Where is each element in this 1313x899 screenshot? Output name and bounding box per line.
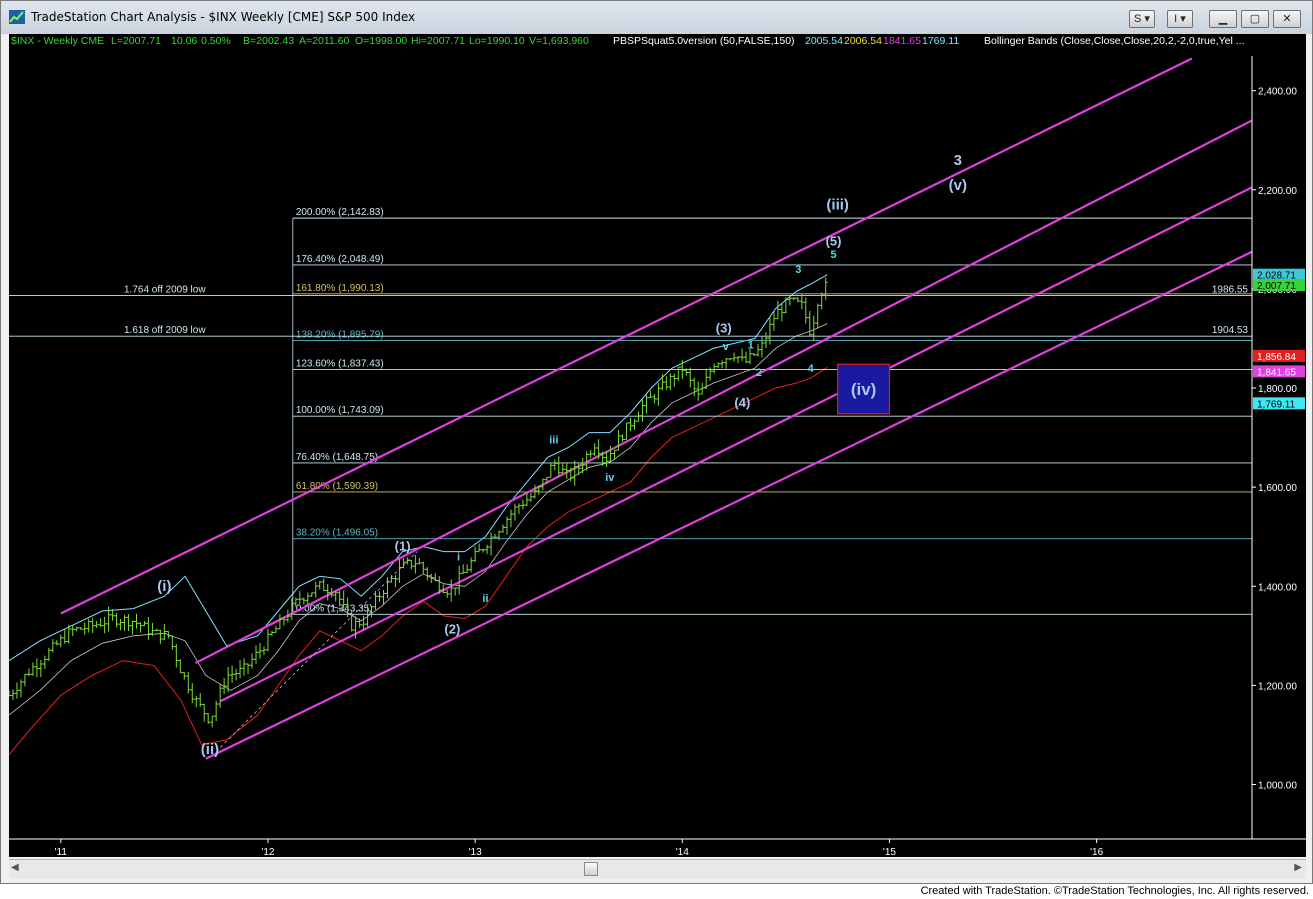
wave-label: 1 bbox=[748, 339, 754, 351]
wave-label: (ii) bbox=[201, 741, 219, 758]
extension-level-label: 1.764 off 2009 low bbox=[124, 285, 206, 296]
wave-label: i bbox=[457, 551, 460, 563]
status-indicator: PBSPSquat5.0version (50,FALSE,150) bbox=[613, 35, 795, 47]
price-chart[interactable]: 200.00% (2,142.83)176.40% (2,048.49)161.… bbox=[7, 34, 1306, 858]
status-last: L=2007.71 bbox=[111, 35, 161, 47]
maximize-icon: ▢ bbox=[1249, 13, 1261, 25]
x-axis-tick-label: '16 bbox=[1090, 847, 1103, 857]
wave-label: (i) bbox=[157, 578, 171, 595]
maximize-button[interactable]: ▢ bbox=[1241, 10, 1269, 28]
x-axis-tick-label: '15 bbox=[883, 847, 896, 857]
price-tag-label: 1,841.65 bbox=[1257, 367, 1296, 378]
status-symbol: $INX - Weekly CME bbox=[11, 35, 104, 47]
chevron-down-icon: ▾ bbox=[1141, 13, 1150, 25]
extension-level-value: 1986.55 bbox=[1212, 285, 1249, 296]
wave-label: 3 bbox=[795, 264, 801, 276]
wave-label: iv bbox=[605, 472, 615, 484]
y-axis-tick-label: 1,400.00 bbox=[1258, 582, 1297, 593]
y-axis-tick-label: 1,200.00 bbox=[1258, 681, 1297, 692]
scroll-right-arrow-icon[interactable]: ▶ bbox=[1294, 862, 1302, 873]
fib-level-label: 61.80% (1,590.39) bbox=[296, 481, 378, 492]
status-v3: 1841.65 bbox=[883, 35, 921, 47]
y-axis-tick-label: 2,400.00 bbox=[1258, 87, 1297, 98]
extension-level-value: 1904.53 bbox=[1212, 325, 1249, 336]
status-high: Hi=2007.71 bbox=[411, 35, 465, 47]
wave-label: 2 bbox=[756, 367, 762, 379]
y-axis-tick-label: 1,800.00 bbox=[1258, 384, 1297, 395]
wave-label: (iii) bbox=[826, 197, 849, 214]
window-title: TradeStation Chart Analysis - $INX Weekl… bbox=[31, 10, 416, 24]
chart-area[interactable]: 200.00% (2,142.83) 176.40% (2,048.49) 161.… bbox=[7, 34, 1306, 858]
x-axis-tick-label: '11 bbox=[55, 847, 68, 857]
title-bar[interactable]: TradeStation Chart Analysis - $INX Weekl… bbox=[1, 1, 1312, 34]
x-axis-tick-label: '12 bbox=[261, 847, 274, 857]
wave-label: iii bbox=[549, 435, 558, 447]
wave-label: (1) bbox=[395, 539, 411, 554]
status-v1: 2005.54 bbox=[805, 35, 843, 47]
status-open: O=1998.00 bbox=[355, 35, 407, 47]
wave-label: v bbox=[723, 341, 730, 353]
application-window: TradeStation Chart Analysis - $INX Weekl… bbox=[0, 0, 1313, 884]
scroll-thumb[interactable] bbox=[584, 862, 598, 876]
app-chart-icon bbox=[9, 10, 25, 24]
status-line: $INX - Weekly CME L=2007.71 10.06 0.50% … bbox=[11, 35, 1245, 47]
fib-level-label: 200.00% (2,142.83) bbox=[296, 207, 384, 218]
status-low: Lo=1990.10 bbox=[469, 35, 525, 47]
wave-label: (4) bbox=[734, 395, 750, 410]
wave-label: 4 bbox=[808, 363, 815, 375]
fib-level-label: 161.80% (1,990.13) bbox=[296, 283, 384, 294]
status-bollinger: Bollinger Bands (Close,Close,Close,20,2,… bbox=[984, 35, 1245, 47]
close-icon: ✕ bbox=[1282, 13, 1292, 25]
fib-level-label: 138.20% (1,895.79) bbox=[296, 330, 384, 341]
wave-label: 5 bbox=[830, 249, 836, 261]
status-pct: 0.50% bbox=[201, 35, 231, 47]
footer-copyright: Created with TradeStation. ©TradeStation… bbox=[920, 885, 1309, 897]
wave-label: (5) bbox=[826, 233, 842, 248]
status-ask: A=2011.60 bbox=[299, 35, 349, 47]
chevron-down-icon: ▾ bbox=[1177, 13, 1186, 25]
x-axis-tick-label: '14 bbox=[676, 847, 689, 857]
wave-label: (2) bbox=[444, 621, 460, 636]
status-v4: 1769.11 bbox=[922, 35, 959, 47]
fib-level-label: 100.00% (1,743.09) bbox=[296, 405, 384, 416]
y-axis-tick-label: 2,200.00 bbox=[1258, 186, 1297, 197]
footer: Created with TradeStation. ©TradeStation… bbox=[0, 884, 1313, 899]
status-bid: B=2002.43 bbox=[243, 35, 294, 47]
fib-level-label: 123.60% (1,837.43) bbox=[296, 358, 384, 369]
status-v2: 2006.54 bbox=[844, 35, 882, 47]
channel-line bbox=[194, 119, 1253, 665]
x-axis-tick-label: '13 bbox=[469, 847, 482, 857]
fib-level-label: 38.20% (1,496.05) bbox=[296, 528, 378, 539]
scroll-left-arrow-icon[interactable]: ◀ bbox=[11, 862, 19, 873]
fib-level-label: 76.40% (1,648.75) bbox=[296, 452, 378, 463]
target-zone-label: (iv) bbox=[851, 380, 877, 399]
lower-bollinger-band bbox=[8, 366, 828, 756]
wave-label: (3) bbox=[716, 321, 732, 336]
price-tag-label: 1,856.84 bbox=[1257, 352, 1296, 363]
wave-label: (v) bbox=[949, 177, 967, 194]
status-volume: V=1,693,960 bbox=[529, 35, 589, 47]
minimize-button[interactable]: ▁ bbox=[1209, 10, 1237, 28]
minimize-icon: ▁ bbox=[1218, 13, 1228, 25]
close-button[interactable]: ✕ bbox=[1273, 10, 1301, 28]
s-dropdown-button[interactable]: S ▾ bbox=[1129, 10, 1155, 28]
extension-level-label: 1.618 off 2009 low bbox=[124, 325, 206, 336]
horizontal-scrollbar[interactable]: ◀ ▶ bbox=[9, 859, 1306, 879]
y-axis-tick-label: 1,000.00 bbox=[1258, 780, 1297, 791]
y-axis-tick-label: 1,600.00 bbox=[1258, 483, 1297, 494]
wave-label: 3 bbox=[954, 152, 962, 169]
wave-label: ii bbox=[482, 593, 488, 605]
status-change: 10.06 bbox=[171, 35, 197, 47]
price-tag-label: 2,007.71 bbox=[1257, 281, 1296, 292]
price-tag-label: 1,769.11 bbox=[1257, 399, 1296, 410]
i-dropdown-button[interactable]: I ▾ bbox=[1167, 10, 1193, 28]
fib-level-label: 176.40% (2,048.49) bbox=[296, 254, 384, 265]
